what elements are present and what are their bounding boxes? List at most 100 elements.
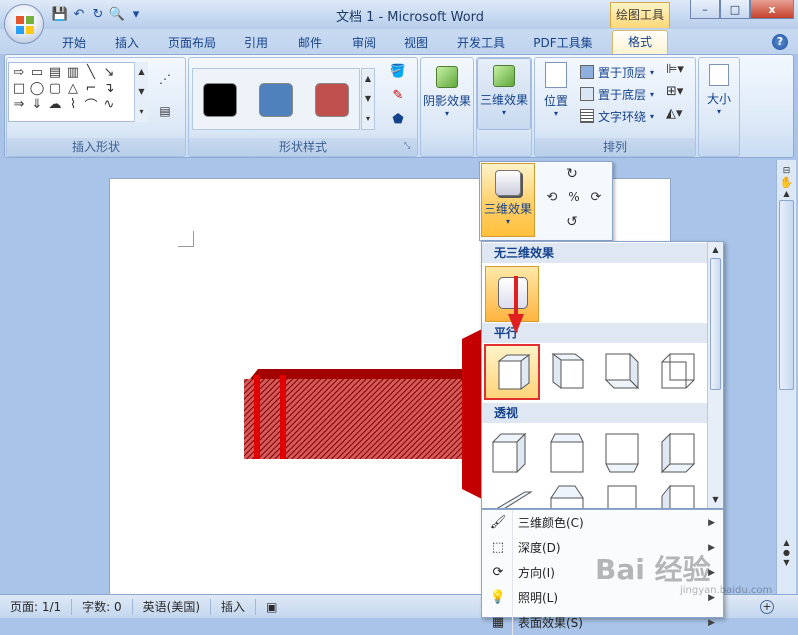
vertical-textbox-shape-icon[interactable]: ▥ [64,64,82,80]
menu-surface[interactable]: ▦ 表面效果(S) ▶ [482,610,723,635]
tab-insert[interactable]: 插入 [106,32,148,54]
redo-icon[interactable]: ↻ [90,6,106,22]
textbox-shape-icon[interactable]: ▤ [46,64,64,80]
shapes-gallery[interactable]: ⇨ ▭ ▤ ▥ ╲ ↘ □ ◯ ▢ △ ⌐ ↴ ⇒ ⇓ ☁ ⌇ ⌒ ∿ [8,62,148,122]
status-word-count[interactable]: 字数: 0 [72,598,133,615]
scroll-down-icon[interactable]: ▼ [708,495,723,504]
parallel-cube-4-icon[interactable] [656,350,700,394]
rectangle-shape-icon[interactable]: □ [10,80,28,96]
shapes-gallery-scroll[interactable]: ▲ ▼ ▾ [134,62,148,122]
ruler-toggle-icon[interactable]: ⊟ [777,166,796,176]
parallel-cube-2-icon[interactable] [545,350,589,394]
3d-effects-ribbon-button[interactable]: 三维效果 ▾ [477,58,531,130]
align-icon[interactable]: ⊫▾ [666,62,688,80]
scroll-up-icon[interactable]: ▲ [708,245,723,254]
line-shape-icon[interactable]: ╲ [82,64,100,80]
group-objects-icon[interactable]: ⊞▾ [666,84,688,102]
tab-mailings[interactable]: 邮件 [290,32,330,54]
shape-styles-gallery[interactable] [192,68,360,130]
parallel-cube-3-icon[interactable] [600,350,644,394]
vertical-scrollbar[interactable]: ⊟ ✋ ▲ ▲ ● ▼ [776,160,796,594]
submenu-arrow-icon: ▶ [708,517,715,528]
arrow-line-shape-icon[interactable]: ↘ [100,64,118,80]
tab-format[interactable]: 格式 [612,30,668,54]
arc-shape-icon[interactable]: ⌒ [82,96,100,114]
bring-to-front-button[interactable]: 置于顶层 ▾ [580,62,654,82]
save-icon[interactable]: 💾 [52,6,68,22]
tilt-up-icon[interactable]: ↻ [562,166,582,184]
scroll-up-icon[interactable]: ▲ [777,189,796,198]
style-swatch-black[interactable] [203,83,237,117]
status-language[interactable]: 英语(美国) [133,598,212,615]
shadow-effects-button[interactable]: 阴影效果 ▾ [421,60,473,130]
triangle-shape-icon[interactable]: △ [64,80,82,96]
depth-icon: ⬚ [491,540,505,555]
close-button[interactable]: x [750,0,794,19]
print-preview-icon[interactable]: 🔍 [109,6,125,22]
style-swatch-blue[interactable] [259,83,293,117]
maximize-button[interactable]: □ [720,0,750,19]
tilt-right-icon[interactable]: ⟳ [586,190,606,208]
perspective-cube-7-icon[interactable] [600,482,644,509]
arrow-right-shape-icon[interactable]: ⇨ [10,64,28,80]
perspective-cube-8-icon[interactable] [656,482,700,509]
styles-gallery-scroll[interactable]: ▲ ▼ ▾ [361,68,375,130]
elbow-arrow-shape-icon[interactable]: ↴ [100,80,118,96]
position-button[interactable]: 位置 ▾ [538,60,574,130]
perspective-cube-3-icon[interactable] [600,432,644,476]
tab-page-layout[interactable]: 页面布局 [160,32,224,54]
tab-references[interactable]: 引用 [236,32,276,54]
gallery-scrollbar[interactable]: ▲ ▼ [707,242,723,508]
perspective-cube-1-icon[interactable] [489,432,533,476]
perspective-cube-5-icon[interactable] [489,482,533,509]
curve-shape-icon[interactable]: ∿ [100,96,118,112]
3d-color-icon: 🖌 [489,515,507,530]
office-button[interactable] [4,4,44,44]
rounded-rect-shape-icon[interactable]: ▢ [46,80,64,96]
gallery-scroll-thumb[interactable] [710,258,721,390]
undo-icon[interactable]: ↶ [71,6,87,22]
status-insert-mode[interactable]: 插入 [211,598,257,615]
tab-developer[interactable]: 开发工具 [448,32,514,54]
menu-direction-label: 方向(I) [518,566,555,580]
perspective-cube-4-icon[interactable] [656,432,700,476]
change-shape-icon[interactable]: ⬟ [384,112,412,132]
tilt-left-icon[interactable]: ⟲ [542,190,562,208]
block-arrow-down-shape-icon[interactable]: ⇓ [28,96,46,112]
block-arrow-right-shape-icon[interactable]: ⇒ [10,96,28,112]
tab-home[interactable]: 开始 [52,32,96,54]
cloud-shape-icon[interactable]: ☁ [46,96,64,112]
qat-more-icon[interactable]: ▾ [128,6,144,22]
minimize-button[interactable]: – [690,0,720,19]
tab-review[interactable]: 审阅 [344,32,384,54]
zoom-in-icon[interactable]: + [760,599,774,614]
shape-fill-icon[interactable]: 🪣 [384,64,412,84]
browse-buttons[interactable]: ▲ ● ▼ [777,538,796,568]
menu-3d-color[interactable]: 🖌 三维颜色(C) ▶ [482,510,723,535]
style-swatch-red[interactable] [315,83,349,117]
3d-effects-dropdown-button[interactable]: 三维效果 ▾ [481,163,535,237]
hand-icon[interactable]: ✋ [777,176,796,189]
perspective-cube-2-icon[interactable] [545,432,589,476]
oval-shape-icon[interactable]: ◯ [28,80,46,96]
size-button[interactable]: 大小 ▾ [699,60,739,130]
send-to-back-button[interactable]: 置于底层 ▾ [580,84,654,104]
shape-styles-launcher-icon[interactable]: ⤡ [404,141,414,151]
callout-shape-icon[interactable]: ▭ [28,64,46,80]
text-wrap-button[interactable]: 文字环绕 ▾ [580,106,654,126]
tab-pdf-tools[interactable]: PDF工具集 [526,32,600,54]
3d-toggle-icon[interactable]: % [564,190,584,208]
macro-record-icon[interactable]: ▣ [256,599,287,615]
rotate-icon[interactable]: ◭▾ [666,106,688,124]
text-box-icon[interactable]: ▤ [154,104,176,122]
edit-shape-icon[interactable]: ⋰ [154,72,176,90]
parallel-option-1[interactable] [484,344,540,400]
freeform-shape-icon[interactable]: ⌇ [64,96,82,112]
status-page[interactable]: 页面: 1/1 [0,598,73,615]
perspective-cube-6-icon[interactable] [545,482,589,509]
scroll-thumb[interactable] [779,200,794,390]
tab-view[interactable]: 视图 [396,32,436,54]
shape-outline-icon[interactable]: ✎ [384,88,412,108]
tilt-down-icon[interactable]: ↺ [562,214,582,232]
help-icon[interactable]: ? [772,34,788,50]
